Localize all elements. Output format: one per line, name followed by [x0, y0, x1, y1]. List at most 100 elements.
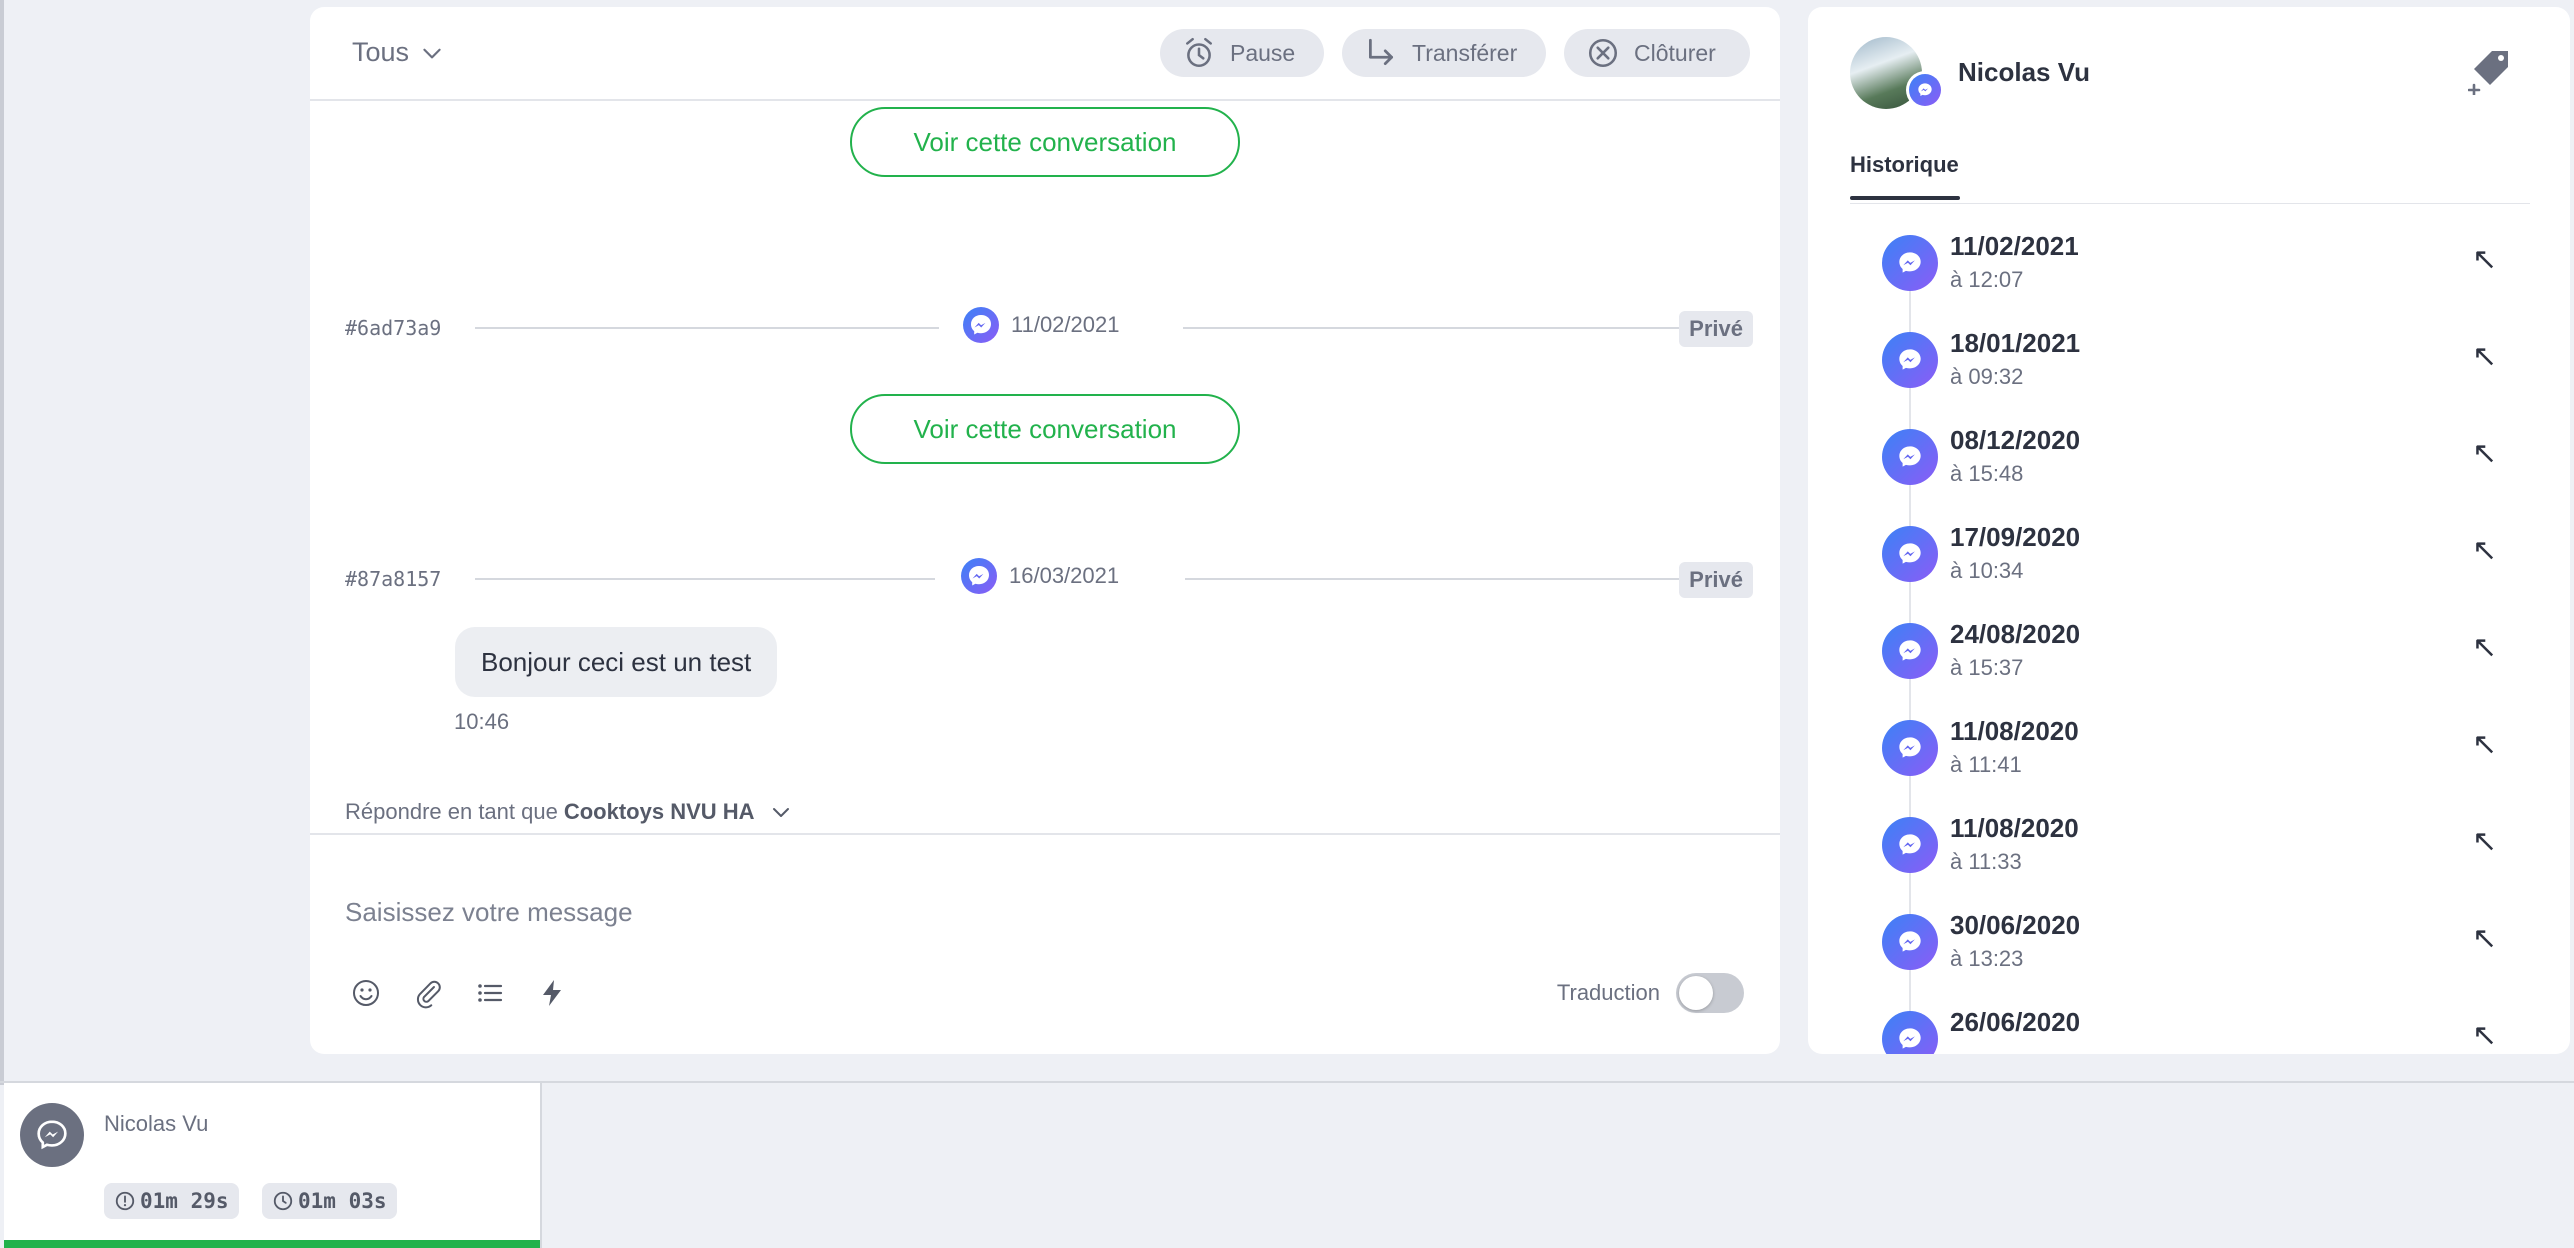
history-item[interactable]: 08/12/2020 à 15:48 ↖ [1882, 421, 2502, 501]
separator-line [1183, 327, 1681, 329]
translation-toggle[interactable] [1676, 973, 1744, 1013]
wait-timer: 01m 29s [104, 1183, 239, 1219]
history-time: à 09:32 [1950, 364, 2024, 389]
close-conversation-button[interactable]: Clôturer [1564, 29, 1750, 77]
attachment-icon [416, 980, 441, 1009]
history-item[interactable]: 17/09/2020 à 10:34 ↖ [1882, 518, 2502, 598]
wait-timer-value: 01m 29s [140, 1189, 229, 1213]
history-item[interactable]: 11/02/2021 à 12:07 ↖ [1882, 227, 2502, 307]
separator-line [475, 578, 935, 580]
separator-date: 11/02/2021 [1011, 312, 1120, 337]
history-item[interactable]: 11/08/2020 à 11:41 ↖ [1882, 712, 2502, 792]
messenger-icon [1882, 235, 1938, 291]
separator-line [1185, 578, 1681, 580]
history-date: 11/02/2021 [1950, 231, 2079, 261]
history-time: à 10:34 [1950, 558, 2024, 583]
history-time: à 11:33 [1950, 849, 2022, 874]
alert-clock-icon [115, 1191, 135, 1211]
history-item[interactable]: 26/06/2020 ↖ [1882, 1003, 2502, 1054]
quick-actions-button[interactable] [534, 975, 570, 1011]
open-conversation-icon[interactable]: ↖ [2472, 536, 2497, 566]
open-conversation-icon[interactable]: ↖ [2472, 633, 2497, 663]
message-bubble: Bonjour ceci est un test [455, 627, 778, 697]
history-time: à 15:48 [1950, 461, 2024, 486]
open-conversation-icon[interactable]: ↖ [2472, 730, 2497, 760]
messenger-icon [1882, 817, 1938, 873]
history-time: à 13:23 [1950, 946, 2024, 971]
alarm-clock-icon [1186, 37, 1212, 68]
chat-header: Tous Pause Transférer Clôturer [310, 7, 1780, 101]
messenger-avatar [20, 1103, 84, 1167]
separator-line [475, 327, 939, 329]
tab-divider [1850, 203, 2530, 204]
add-tag-icon[interactable] [2468, 45, 2518, 95]
history-time: à 12:07 [1950, 267, 2024, 292]
history-date: 11/08/2020 [1950, 813, 2079, 843]
emoji-button[interactable] [348, 975, 384, 1011]
open-conversation-icon[interactable]: ↖ [2472, 439, 2497, 469]
attachment-button[interactable] [410, 975, 446, 1011]
message-input[interactable] [345, 887, 1725, 937]
transfer-arrow-icon [1368, 38, 1394, 66]
left-edge-strip [0, 0, 4, 1085]
pause-label: Pause [1230, 39, 1296, 66]
reply-as-name: Cooktoys NVU HA [563, 799, 755, 824]
messenger-icon [1882, 332, 1938, 388]
history-timeline: 11/02/2021 à 12:07 ↖ 18/01/2021 à 09:32 ↖ 08/1… [1808, 227, 2570, 1054]
history-item[interactable]: 24/08/2020 à 15:37 ↖ [1882, 615, 2502, 695]
history-time: à 11:41 [1950, 752, 2022, 777]
transfer-label: Transférer [1412, 39, 1518, 66]
conversation-id: #87a8157 [345, 567, 442, 591]
chat-panel: Tous Pause Transférer Clôturer Voir cett… [310, 7, 1780, 1054]
messenger-icon [1882, 623, 1938, 679]
view-conversation-button[interactable]: Voir cette conversation [850, 107, 1240, 177]
translation-label: Traduction [1556, 980, 1660, 1005]
chevron-down-icon [423, 48, 441, 58]
composer-divider [310, 833, 1780, 835]
messenger-icon [1882, 914, 1938, 970]
conversation-contact-name: Nicolas Vu [104, 1111, 209, 1136]
contact-panel: Nicolas Vu Historique 11/02/2021 à 12:07 ↖… [1808, 7, 2570, 1054]
duration-timer-value: 01m 03s [298, 1189, 387, 1213]
history-date: 11/08/2020 [1950, 716, 2079, 746]
open-conversation-icon[interactable]: ↖ [2472, 342, 2497, 372]
lightning-icon [543, 980, 561, 1006]
active-tab-indicator [1850, 196, 1960, 200]
history-date: 30/06/2020 [1950, 910, 2081, 940]
messenger-icon [37, 1120, 67, 1150]
canned-responses-button[interactable] [472, 975, 508, 1011]
close-label: Clôturer [1634, 39, 1716, 66]
view-conversation-button[interactable]: Voir cette conversation [850, 394, 1240, 464]
conversation-progress-bar [4, 1240, 540, 1248]
private-badge: Privé [1679, 311, 1753, 347]
history-time: à 15:37 [1950, 655, 2024, 680]
reply-as-selector[interactable]: Répondre en tant que Cooktoys NVU HA [345, 799, 793, 825]
history-item[interactable]: 11/08/2020 à 11:33 ↖ [1882, 809, 2502, 889]
open-conversation-icon[interactable]: ↖ [2472, 924, 2497, 954]
messenger-icon [1882, 720, 1938, 776]
transfer-button[interactable]: Transférer [1342, 29, 1546, 77]
filter-dropdown[interactable]: Tous [352, 37, 445, 68]
active-conversation-card[interactable]: Nicolas Vu 01m 29s 01m 03s [4, 1083, 542, 1248]
list-icon [478, 984, 503, 1002]
private-badge: Privé [1679, 562, 1753, 598]
messenger-icon [1882, 1011, 1938, 1054]
duration-timer: 01m 03s [262, 1183, 397, 1219]
messenger-icon [1882, 429, 1938, 485]
open-conversation-icon[interactable]: ↖ [2472, 245, 2497, 275]
history-item[interactable]: 30/06/2020 à 13:23 ↖ [1882, 906, 2502, 986]
history-item[interactable]: 18/01/2021 à 09:32 ↖ [1882, 324, 2502, 404]
messenger-icon [1909, 74, 1941, 106]
clock-icon [273, 1191, 293, 1211]
messenger-icon [1882, 526, 1938, 582]
translation-control: Traduction [1557, 973, 1744, 1013]
history-date: 26/06/2020 [1950, 1007, 2081, 1037]
pause-button[interactable]: Pause [1160, 29, 1324, 77]
message-time: 10:46 [454, 709, 510, 734]
open-conversation-icon[interactable]: ↖ [2472, 827, 2497, 857]
separator-date-group: 11/02/2021 [963, 307, 1119, 343]
open-conversation-icon[interactable]: ↖ [2472, 1021, 2497, 1051]
conversation-id: #6ad73a9 [345, 316, 442, 340]
tab-history[interactable]: Historique [1850, 152, 1959, 178]
contact-name: Nicolas Vu [1958, 57, 2090, 87]
